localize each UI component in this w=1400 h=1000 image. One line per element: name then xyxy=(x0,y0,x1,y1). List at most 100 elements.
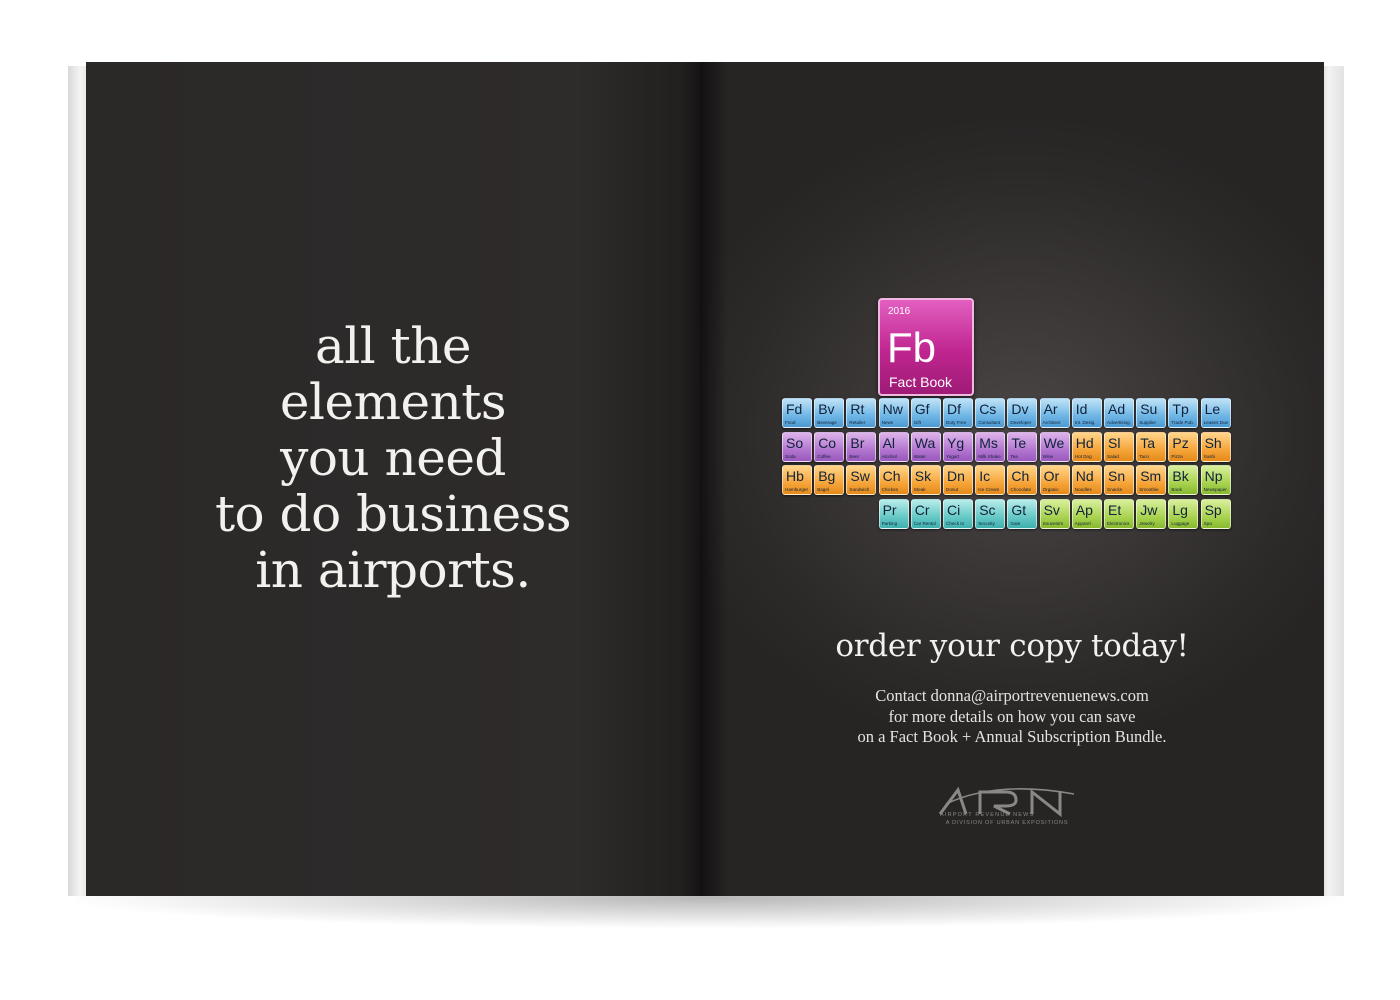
element-symbol: Sh xyxy=(1204,435,1222,451)
element-tile: Pz Pizza xyxy=(1168,432,1199,462)
element-name: Advertising xyxy=(1107,420,1130,425)
element-tile: Nw News xyxy=(878,398,909,428)
element-symbol: Ms xyxy=(979,435,998,451)
element-name: Beverage xyxy=(817,420,837,425)
element-symbol: Ch xyxy=(882,468,901,484)
element-name: Noodles xyxy=(1074,487,1092,492)
element-symbol: Sw xyxy=(850,468,870,484)
element-symbol: Bv xyxy=(818,401,835,417)
element-symbol: Ci xyxy=(947,502,961,518)
element-symbol: Dv xyxy=(1011,401,1029,417)
element-name: Developer xyxy=(1010,420,1032,425)
element-name: Parking xyxy=(881,521,898,526)
element-symbol: Ic xyxy=(979,468,991,484)
element-name: Water xyxy=(913,454,926,459)
element-symbol: Gf xyxy=(914,401,930,417)
element-name: Trade Pub. xyxy=(1171,420,1194,425)
element-tile: Bv Beverage xyxy=(814,398,845,428)
element-name: News xyxy=(881,420,894,425)
element-tile: Ic Ice Cream xyxy=(975,465,1006,495)
contact-line: Contact donna@airportrevenuenews.com xyxy=(875,686,1149,705)
element-tile: Sk Steak xyxy=(910,465,941,495)
element-symbol: Bg xyxy=(818,468,836,484)
element-symbol: Ar xyxy=(1043,401,1058,417)
element-name: Gate xyxy=(1010,521,1021,526)
element-tile: Cr Car Rental xyxy=(910,499,941,529)
element-tile: Gt Gate xyxy=(1007,499,1038,529)
element-name: Apparel xyxy=(1074,521,1091,526)
element-tile: Su Supplier xyxy=(1136,398,1167,428)
element-name: Yogurt xyxy=(946,454,960,459)
left-page: all the elements you need to do business… xyxy=(86,62,700,896)
element-symbol: Id xyxy=(1075,401,1088,417)
element-symbol: Ad xyxy=(1108,401,1126,417)
element-tile: Sc Security xyxy=(975,499,1006,529)
element-tile: Ci Check In xyxy=(943,499,973,529)
element-symbol: Sl xyxy=(1108,435,1121,451)
element-tile: Tp Trade Pub. xyxy=(1168,398,1199,428)
element-name: Spa xyxy=(1203,521,1212,526)
element-symbol: Sv xyxy=(1043,502,1060,518)
element-tile: Ms Milk Shake xyxy=(975,432,1006,462)
element-name: Bagel xyxy=(817,487,829,492)
element-name: Milk Shake xyxy=(978,454,1001,459)
arn-subtagline: A DIVISION OF URBAN EXPOSITIONS xyxy=(945,820,1069,826)
periodic-table: 2016 Fb Fact Book Fd Food Bv Beverage Rt Reta… xyxy=(782,298,1238,534)
element-name: Electronics xyxy=(1107,521,1130,526)
element-tile: Hb Hamburger xyxy=(782,465,812,495)
headline-line: you need xyxy=(280,429,506,487)
element-tile: Nd Noodles xyxy=(1071,465,1102,495)
element-tile: Sw Sandwich xyxy=(846,465,877,495)
element-name: Car Rental xyxy=(913,521,936,526)
element-name: Hot Dog xyxy=(1074,454,1092,459)
contact-line: for more details on how you can save xyxy=(888,706,1136,726)
element-name: Smoothie xyxy=(1139,487,1159,492)
element-name: Architect xyxy=(1042,420,1061,425)
element-name: Book xyxy=(1171,487,1182,492)
element-symbol: Yg xyxy=(947,435,965,451)
element-tile: Ch Chicken xyxy=(878,465,909,495)
element-symbol: Ta xyxy=(1140,435,1155,451)
element-name: Beer xyxy=(849,454,860,459)
order-call-to-action: order your copy today! xyxy=(835,628,1189,664)
element-symbol: Cs xyxy=(979,401,997,417)
element-tile: Sn Snacks xyxy=(1104,465,1134,495)
element-name: Salad xyxy=(1107,454,1119,459)
element-name: Leases Due xyxy=(1203,420,1229,425)
element-tile: So Soda xyxy=(782,432,812,462)
element-symbol: Nw xyxy=(882,401,903,417)
element-symbol: Bk xyxy=(1172,468,1189,484)
element-tile: Jw Jewelry xyxy=(1136,499,1167,529)
element-symbol: Su xyxy=(1140,401,1158,417)
element-tile: Ap Apparel xyxy=(1071,499,1102,529)
element-name: Consultant xyxy=(978,420,1001,425)
element-name: Snacks xyxy=(1107,487,1123,492)
element-name: Check In xyxy=(946,521,965,526)
element-tile: Fd Food xyxy=(782,398,812,428)
element-tile: Hd Hot Dog xyxy=(1071,432,1102,462)
element-name: Steak xyxy=(913,487,926,492)
element-tile: Ar Architect xyxy=(1039,398,1070,428)
element-symbol: Jw xyxy=(1140,502,1158,518)
element-name: Chicken xyxy=(881,487,899,492)
element-symbol: Nd xyxy=(1075,468,1094,484)
element-tile: Cs Consultant xyxy=(975,398,1006,428)
element-name: Organic xyxy=(1042,487,1059,492)
element-tile: Le Leases Due xyxy=(1200,398,1231,428)
fact-book-element-tile: 2016 Fb Fact Book xyxy=(878,298,974,396)
element-name: Alcohol xyxy=(881,454,897,459)
element-symbol: Ap xyxy=(1075,502,1093,518)
contact-line: on a Fact Book + Annual Subscription Bun… xyxy=(857,727,1167,746)
element-symbol: Sn xyxy=(1108,468,1126,484)
element-symbol: Gt xyxy=(1011,502,1027,518)
element-tile: Bg Bagel xyxy=(814,465,845,495)
element-symbol: Pr xyxy=(882,502,897,518)
element-symbol: Ch xyxy=(1011,468,1030,484)
element-symbol: Cr xyxy=(914,502,930,518)
element-tile: Df Duty Free xyxy=(943,398,973,428)
element-symbol: Fd xyxy=(786,401,803,417)
element-symbol: Or xyxy=(1043,468,1060,484)
contact-text: Contact donna@airportrevenuenews.com for… xyxy=(700,686,1324,748)
element-tile: Np Newspaper xyxy=(1200,465,1231,495)
element-symbol: Tp xyxy=(1172,401,1189,417)
